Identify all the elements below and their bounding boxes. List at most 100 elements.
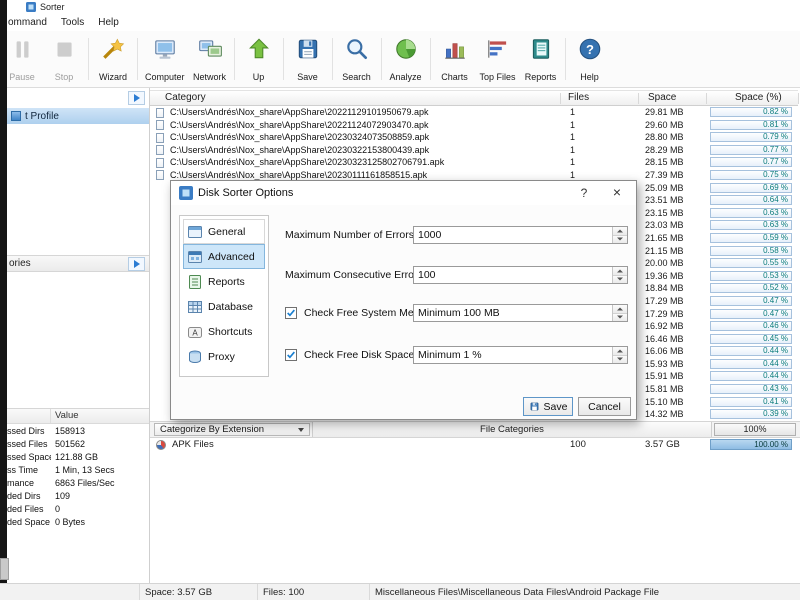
field-value: 1000	[418, 229, 442, 241]
toolbar-top-files-button[interactable]: Top Files	[476, 34, 520, 84]
toolbar-search-button[interactable]: Search	[336, 34, 378, 84]
toolbar-stop-button[interactable]: Stop	[43, 34, 85, 84]
stats-value: 109	[55, 490, 71, 501]
column-header-files[interactable]: Files	[568, 91, 589, 105]
dialog-tab-shortcuts[interactable]: A Shortcuts	[183, 319, 265, 344]
cell-space: 18.84 MB	[645, 283, 684, 294]
spinner-down-button[interactable]	[613, 274, 627, 283]
toolbar-network-button[interactable]: Network	[189, 34, 231, 84]
toolbar-save-button[interactable]: Save	[287, 34, 329, 84]
dialog-title: Disk Sorter Options	[198, 187, 294, 199]
cell-space: 29.60 MB	[645, 119, 684, 130]
dialog-tab-general[interactable]: General	[183, 219, 265, 244]
space-percent-bar: 0.41 %	[710, 396, 792, 407]
stats-row: ssed Files 501562	[7, 437, 149, 450]
spinner-up-button[interactable]	[613, 305, 627, 313]
dialog-tab-proxy[interactable]: Proxy	[183, 344, 265, 369]
space-percent-value: 0.63 %	[763, 207, 788, 217]
dialog-field-maximum-number-of-errors: Maximum Number of Errors: 1000	[279, 226, 628, 246]
toolbar-button-label: Up	[252, 72, 265, 82]
dialog-tab-advanced[interactable]: Advanced	[183, 244, 265, 269]
space-percent-value: 0.46 %	[763, 321, 788, 331]
options-fields: Maximum Number of Errors: 1000 Maximum Con…	[279, 215, 628, 387]
column-header-category[interactable]: Category	[165, 91, 206, 105]
column-header-space[interactable]: Space	[648, 91, 676, 105]
stats-row: ssed Space 121.88 GB	[7, 450, 149, 463]
category-table-header: Category Files Space Space (%)	[150, 90, 799, 106]
profile-pane-arrow-button[interactable]	[128, 91, 145, 105]
toolbar-up-button[interactable]: Up	[238, 34, 280, 84]
maximum-number-of-errors-input[interactable]: 1000	[413, 226, 628, 244]
dialog-tab-label: Advanced	[208, 250, 255, 263]
window-title: Sorter	[40, 2, 65, 12]
space-percent-bar: 0.64 %	[710, 195, 792, 206]
stats-row: ded Dirs 109	[7, 489, 149, 502]
spinner-up-button[interactable]	[613, 227, 627, 235]
column-header-space-percent[interactable]: Space (%)	[735, 91, 782, 105]
stats-label: ssed Space	[7, 451, 51, 462]
toolbar-button-label: Top Files	[479, 72, 516, 82]
table-row[interactable]: C:\Users\Andrés\Nox_share\AppShare\20221…	[150, 106, 800, 119]
profile-tree-item[interactable]: t Profile	[7, 108, 149, 124]
space-percent-value: 0.39 %	[763, 409, 788, 419]
file-icon	[156, 107, 164, 118]
space-percent-value: 0.82 %	[763, 107, 788, 116]
check-free-system-memory-checkbox[interactable]	[285, 307, 297, 319]
dialog-tab-database[interactable]: Database	[183, 294, 265, 319]
database-tab-icon	[187, 299, 203, 315]
cancel-button[interactable]: Cancel	[578, 397, 631, 416]
stop-icon	[51, 36, 77, 62]
table-row[interactable]: C:\Users\Andrés\Nox_share\AppShare\20230…	[150, 131, 800, 144]
stats-label: ssed Files	[7, 438, 48, 449]
dialog-field-check-free-disk-space: Check Free Disk Space: Minimum 1 %	[279, 346, 628, 366]
check-free-disk-space-input[interactable]: Minimum 1 %	[413, 346, 628, 364]
dialog-tab-reports[interactable]: Reports	[183, 269, 265, 294]
spinner-down-button[interactable]	[613, 234, 627, 243]
dialog-close-button[interactable]: ×	[603, 181, 631, 205]
space-percent-value: 0.55 %	[763, 258, 788, 268]
status-category-path: Miscellaneous Files\Miscellaneous Data F…	[375, 586, 660, 598]
check-free-disk-space-checkbox[interactable]	[285, 349, 297, 361]
cell-space: 28.80 MB	[645, 132, 684, 143]
menu-item-ommand[interactable]: ommand	[8, 14, 54, 31]
toolbar-reports-button[interactable]: Reports	[520, 34, 562, 84]
profile-pane-toolbar	[7, 88, 149, 108]
toolbar-analyze-button[interactable]: Analyze	[385, 34, 427, 84]
categorize-by-combo[interactable]: Categorize By Extension	[154, 423, 310, 436]
spinner-up-button[interactable]	[613, 347, 627, 355]
space-percent-value: 0.63 %	[763, 220, 788, 230]
toolbar-wizard-button[interactable]: Wizard	[92, 34, 134, 84]
table-row[interactable]: C:\Users\Andrés\Nox_share\AppShare\20221…	[150, 119, 800, 132]
spinner-down-button[interactable]	[613, 312, 627, 321]
stats-header: Value	[7, 409, 149, 424]
toolbar-computer-button[interactable]: Computer	[141, 34, 189, 84]
table-row[interactable]: C:\Users\Andrés\Nox_share\AppShare\20230…	[150, 156, 800, 169]
categories-pane-arrow-button[interactable]	[128, 257, 145, 271]
spinner-down-button[interactable]	[613, 354, 627, 363]
dialog-tab-label: Database	[208, 300, 253, 313]
field-value: Minimum 1 %	[418, 349, 482, 361]
menu-item-help[interactable]: Help	[91, 14, 126, 31]
toolbar-help-button[interactable]: ? Help	[569, 34, 611, 84]
space-percent-value: 0.77 %	[763, 144, 788, 154]
cell-space: 25.09 MB	[645, 182, 684, 193]
left-panel: t Profile ories Value ssed Dirs 158913 sse…	[7, 88, 150, 583]
toolbar-button-label: Reports	[524, 72, 557, 82]
stats-label: ded Files	[7, 503, 44, 514]
table-row[interactable]: C:\Users\Andrés\Nox_share\AppShare\20230…	[150, 144, 800, 157]
check-free-system-memory-input[interactable]: Minimum 100 MB	[413, 304, 628, 322]
categories-header-label: ories	[9, 258, 31, 269]
spinner-up-button[interactable]	[613, 267, 627, 275]
space-percent-bar: 0.82 %	[710, 107, 792, 117]
save-button[interactable]: Save	[523, 397, 573, 416]
category-percent-bar: 100.00 %	[710, 439, 792, 450]
space-percent-value: 0.44 %	[763, 371, 788, 381]
stats-value: 1 Min, 13 Secs	[55, 464, 115, 475]
toolbar-charts-button[interactable]: Charts	[434, 34, 476, 84]
dialog-help-button[interactable]: ?	[570, 181, 598, 205]
toolbar-pause-button[interactable]: Pause	[1, 34, 43, 84]
status-files: Files: 100	[258, 584, 370, 600]
maximum-consecutive-errors-input[interactable]: 100	[413, 266, 628, 284]
menu-item-tools[interactable]: Tools	[54, 14, 91, 31]
file-category-row[interactable]: APK Files 100 3.57 GB 100.00 %	[150, 438, 800, 452]
